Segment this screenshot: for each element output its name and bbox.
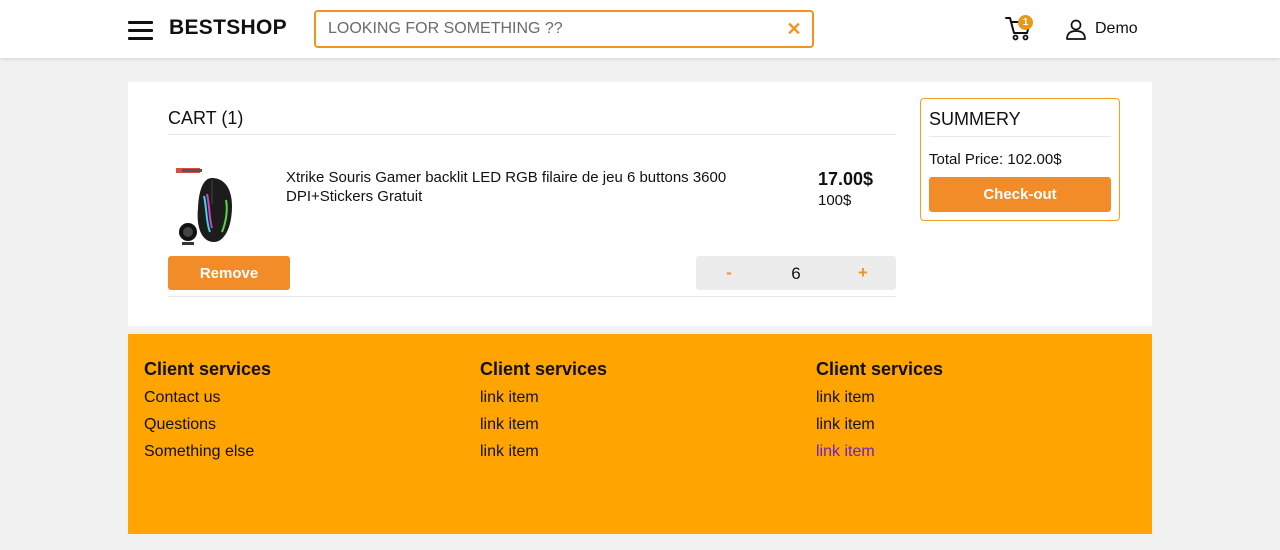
search-box: ✕ xyxy=(314,10,814,48)
remove-button[interactable]: Remove xyxy=(168,256,290,290)
product-name[interactable]: Xtrike Souris Gamer backlit LED RGB fila… xyxy=(286,168,776,206)
footer-link[interactable]: Questions xyxy=(144,416,444,434)
divider xyxy=(168,134,896,135)
quantity-stepper: - 6 + xyxy=(696,256,896,290)
divider xyxy=(929,136,1111,137)
cart-count-badge: 1 xyxy=(1018,15,1033,30)
total-price: Total Price: 102.00$ xyxy=(929,151,1062,168)
footer: Client services Contact us Questions Som… xyxy=(128,334,1152,534)
product-image xyxy=(174,166,246,246)
footer-link-visited[interactable]: link item xyxy=(816,443,1116,461)
summary-title: SUMMERY xyxy=(929,109,1021,129)
footer-link[interactable]: Contact us xyxy=(144,389,444,407)
top-navbar: BESTSHOP ✕ 1 Demo xyxy=(0,0,1280,58)
cart-title: CART (1) xyxy=(168,108,244,128)
quantity-value: 6 xyxy=(791,264,801,283)
user-menu[interactable]: Demo xyxy=(1065,17,1138,41)
footer-heading: Client services xyxy=(816,359,944,379)
footer-column: Client services Contact us Questions Som… xyxy=(144,359,444,470)
footer-heading: Client services xyxy=(144,359,272,379)
search-input[interactable] xyxy=(328,19,768,39)
increase-quantity-button[interactable]: + xyxy=(848,256,878,290)
product-sale-price: 17.00$ xyxy=(818,169,874,189)
footer-link[interactable]: Something else xyxy=(144,443,444,461)
clear-search-icon[interactable]: ✕ xyxy=(786,19,802,39)
user-name: Demo xyxy=(1095,20,1138,37)
footer-column: Client services link item link item link… xyxy=(816,359,1116,470)
brand-logo[interactable]: BESTSHOP xyxy=(169,16,287,40)
footer-link[interactable]: link item xyxy=(480,389,780,407)
cart-panel: CART (1) Xtrike Souris Gamer backlit LED… xyxy=(128,82,1152,326)
footer-link[interactable]: link item xyxy=(480,443,780,461)
user-icon xyxy=(1066,19,1086,40)
footer-link[interactable]: link item xyxy=(480,416,780,434)
footer-column: Client services link item link item link… xyxy=(480,359,780,470)
summary-box: SUMMERY Total Price: 102.00$ Check-out xyxy=(920,98,1120,221)
footer-heading: Client services xyxy=(480,359,608,379)
checkout-button[interactable]: Check-out xyxy=(929,177,1111,212)
footer-link[interactable]: link item xyxy=(816,416,1116,434)
decrease-quantity-button[interactable]: - xyxy=(714,256,744,290)
menu-icon[interactable] xyxy=(128,21,153,40)
divider xyxy=(168,296,896,297)
footer-link[interactable]: link item xyxy=(816,389,1116,407)
product-original-price: 100$ xyxy=(818,192,852,209)
